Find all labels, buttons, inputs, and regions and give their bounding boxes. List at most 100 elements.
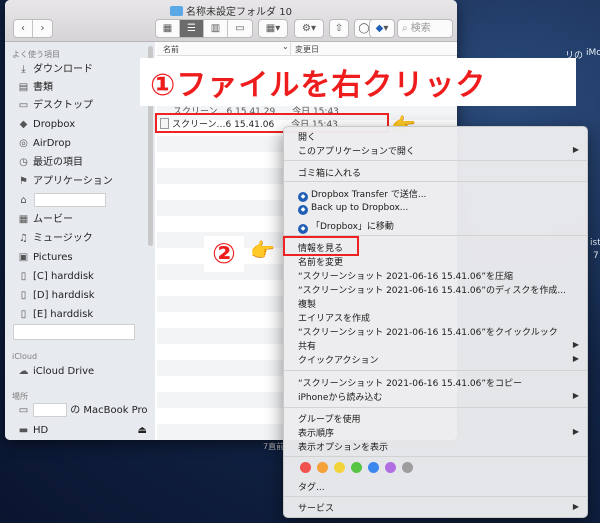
menu-item-open-with[interactable]: このアプリケーションで開く <box>298 144 578 157</box>
sidebar-item-macbook[interactable]: ▭ の MacBook Pro <box>17 403 148 419</box>
sidebar: よく使う項目 ⤓ ダウンロード ▤ 書類 ▭ デスクトップ ◆ Dropbox ◎ Air… <box>5 42 155 440</box>
column-view-icon[interactable]: ▥ <box>204 20 228 37</box>
file-icon: ▯ <box>20 271 27 282</box>
menu-item-tags[interactable]: タグ... <box>298 480 325 493</box>
dropbox-button[interactable]: ◆▾ <box>369 19 395 38</box>
tag-color-red[interactable] <box>300 462 311 473</box>
tag-color-blue[interactable] <box>368 462 379 473</box>
menu-item-copy[interactable]: “スクリーンショット 2021-06-16 15.41.06”をコピー <box>298 376 522 389</box>
sidebar-item-airdrop[interactable]: ◎ AirDrop <box>17 136 71 152</box>
share-button[interactable]: ⇧ <box>329 19 349 38</box>
sidebar-item-music[interactable]: ♫ ミュージック <box>17 231 93 247</box>
airdrop-icon: ◎ <box>19 138 28 149</box>
tag-color-green[interactable] <box>351 462 362 473</box>
disk-icon: ▬ <box>18 425 29 436</box>
menu-item-duplicate[interactable]: 複製 <box>298 297 316 310</box>
menu-item-quicklook[interactable]: “スクリーンショット 2021-06-16 15.41.06”をクイックルック <box>298 325 558 338</box>
sidebar-item-label: Dropbox <box>33 119 76 130</box>
sidebar-item-d-harddisk[interactable]: ▯ [D] harddisk <box>17 288 95 304</box>
sidebar-item-redacted[interactable] <box>13 324 135 340</box>
menu-divider <box>284 496 587 497</box>
sidebar-item-label: ミュージック <box>33 233 93 244</box>
column-modified-header[interactable]: 変更日 <box>295 44 319 55</box>
list-view-icon[interactable]: ☰ <box>180 20 204 37</box>
sidebar-item-pictures[interactable]: ▣ Pictures <box>17 250 73 266</box>
menu-item-services[interactable]: サービス <box>298 501 334 514</box>
search-icon: ⌕ <box>402 23 411 34</box>
menu-item-trash[interactable]: ゴミ箱に入れる <box>298 166 361 179</box>
search-input[interactable]: ⌕ 検索 <box>397 19 453 38</box>
film-icon: ▦ <box>18 214 29 225</box>
sidebar-item-label: ムービー <box>33 214 73 225</box>
sidebar-item-recents[interactable]: ◷ 最近の項目 <box>17 155 83 171</box>
sidebar-item-movies[interactable]: ▦ ムービー <box>17 212 73 228</box>
sidebar-item-label: アプリケーション <box>33 176 113 187</box>
sidebar-item-label: 書類 <box>33 82 53 93</box>
menu-item-compress[interactable]: “スクリーンショット 2021-06-16 15.41.06”を圧縮 <box>298 269 513 282</box>
highlight-box <box>283 236 359 256</box>
gallery-view-icon[interactable]: ▭ <box>228 20 252 37</box>
eject-icon[interactable]: ⏏ <box>138 423 147 439</box>
forward-button[interactable]: › <box>33 20 52 37</box>
menu-item-alias[interactable]: エイリアスを作成 <box>298 311 370 324</box>
icloud-header: iCloud <box>12 352 38 361</box>
menu-item-view-options[interactable]: 表示オプションを表示 <box>298 440 388 453</box>
submenu-arrow-icon: ▶ <box>572 427 579 436</box>
back-button[interactable]: ‹ <box>14 20 33 37</box>
view-switcher: ▦ ☰ ▥ ▭ <box>155 19 253 38</box>
menu-item-share[interactable]: 共有 <box>298 339 316 352</box>
dropbox-icon: ◆ <box>298 192 308 202</box>
sidebar-item-documents[interactable]: ▤ 書類 <box>17 80 53 96</box>
sidebar-item-label: ダウンロード <box>33 64 93 75</box>
menu-item-sort-by[interactable]: 表示順序 <box>298 426 334 439</box>
locations-header: 場所 <box>12 392 28 401</box>
sidebar-item-home[interactable]: ⌂ <box>17 193 106 209</box>
sidebar-item-label: Pictures <box>33 252 73 263</box>
sidebar-item-desktop[interactable]: ▭ デスクトップ <box>17 98 93 114</box>
clock-icon: ◷ <box>19 157 28 168</box>
sidebar-item-c-harddisk[interactable]: ▯ [C] harddisk <box>17 269 94 285</box>
icon-view-icon[interactable]: ▦ <box>156 20 180 37</box>
menu-item-dropbox-transfer[interactable]: ◆ Dropbox Transfer で送信... <box>298 187 426 202</box>
sidebar-item-hd[interactable]: ▬ HD ⏏ <box>17 423 147 439</box>
column-divider <box>290 42 291 56</box>
home-icon: ⌂ <box>20 195 27 206</box>
music-icon: ♫ <box>19 233 28 244</box>
action-gear-button[interactable]: ⚙▾ <box>294 19 324 38</box>
submenu-arrow-icon: ▶ <box>572 145 579 154</box>
menu-item-dropbox-backup[interactable]: ◆ Back up to Dropbox... <box>298 203 408 215</box>
sidebar-item-label: AirDrop <box>33 138 71 149</box>
menu-item-dropbox-move[interactable]: ◆ 「Dropbox」に移動 <box>298 219 394 234</box>
window-title-text: 名称未設定フォルダ 10 <box>186 7 292 18</box>
menu-divider <box>284 160 587 161</box>
tag-color-gray[interactable] <box>402 462 413 473</box>
step2-number: ② <box>204 236 244 272</box>
redacted-name <box>33 403 67 417</box>
column-name-header[interactable]: 名前 <box>163 44 179 55</box>
tag-color-yellow[interactable] <box>334 462 345 473</box>
cloud-icon: ☁ <box>18 366 29 377</box>
download-icon: ⤓ <box>21 64 26 75</box>
sidebar-item-downloads[interactable]: ⤓ ダウンロード <box>17 62 93 78</box>
menu-item-import-iphone[interactable]: iPhoneから読み込む <box>298 390 382 403</box>
gear-icon: ⚙ <box>302 23 311 34</box>
titlebar: 名称未設定フォルダ 10 ‹ › ▦ ☰ ▥ ▭ ▦▾ ⚙▾ ⇧ ◯ ⌕ 検索 ◆▾ <box>5 0 457 42</box>
desktop-icon: ▭ <box>18 100 29 111</box>
group-button[interactable]: ▦▾ <box>258 19 288 38</box>
sidebar-item-dropbox[interactable]: ◆ Dropbox <box>17 117 76 133</box>
menu-item-use-groups[interactable]: グループを使用 <box>298 412 360 425</box>
submenu-arrow-icon: ▶ <box>572 354 579 363</box>
sidebar-item-label: [E] harddisk <box>33 309 94 320</box>
sidebar-item-icloud-drive[interactable]: ☁ iCloud Drive <box>17 364 95 380</box>
menu-item-burn[interactable]: “スクリーンショット 2021-06-16 15.41.06”のディスクを作成.… <box>298 283 566 296</box>
sidebar-item-applications[interactable]: ⚑ アプリケーション <box>17 174 113 190</box>
tag-color-purple[interactable] <box>385 462 396 473</box>
file-icon: ▯ <box>20 290 27 301</box>
folder-icon <box>170 6 184 16</box>
menu-item-quick-actions[interactable]: クイックアクション <box>298 353 379 366</box>
tag-color-orange[interactable] <box>317 462 328 473</box>
sidebar-item-label: の MacBook Pro <box>70 405 148 416</box>
sidebar-item-e-harddisk[interactable]: ▯ [E] harddisk <box>17 307 93 323</box>
menu-item-open[interactable]: 開く <box>298 130 316 143</box>
menu-item-rename[interactable]: 名前を変更 <box>298 255 343 268</box>
